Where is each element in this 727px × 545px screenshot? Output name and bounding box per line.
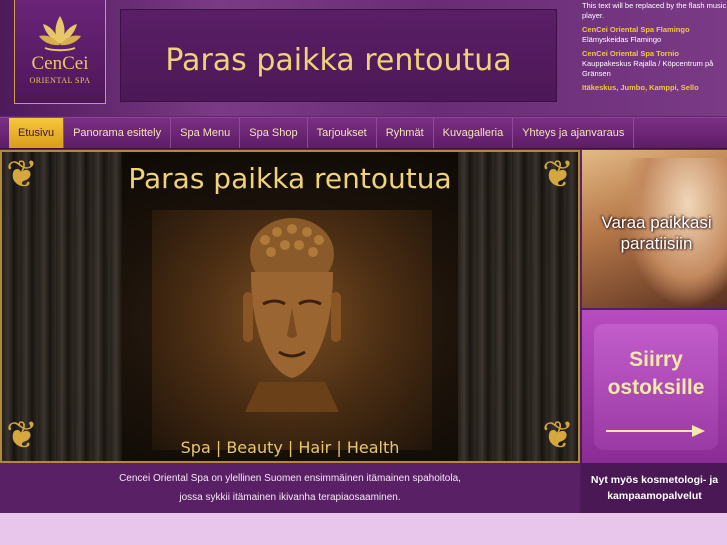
location-tornio-name[interactable]: CenCei Oriental Spa Tornio — [582, 49, 679, 58]
shop-promo-text[interactable]: Siirry ostoksille — [594, 346, 718, 402]
location-flamingo[interactable]: CenCei Oriental Spa Flamingo Elämyskeida… — [582, 25, 727, 45]
hero-image: ❦ ❦ ❦ ❦ Paras paikka rentoutua Spa | Bea… — [0, 150, 580, 463]
shop-promo[interactable]: Siirry ostoksille — [582, 310, 727, 463]
logo-subtitle: ORIENTAL SPA — [29, 76, 91, 85]
nav-item-yhteys[interactable]: Yhteys ja ajanvaraus — [513, 118, 635, 148]
shop-promo-box[interactable]: Siirry ostoksille — [594, 324, 718, 450]
banner: Paras paikka rentoutua — [120, 9, 557, 102]
intro-line-2: jossa sykkii itämainen ikivanha terapiao… — [179, 492, 401, 503]
nav-item-kuvagalleria[interactable]: Kuvagalleria — [434, 118, 514, 148]
location-tornio-detail: Kauppakeskus Rajalla / Köpcentrum på Grä… — [582, 59, 714, 78]
intro-line-1: Cencei Oriental Spa on ylellinen Suomen … — [119, 473, 461, 484]
services-promo[interactable]: Nyt myös kosmetologi- ja kampaamopalvelu… — [582, 463, 727, 513]
nav-item-etusivu[interactable]: Etusivu — [9, 118, 65, 148]
nav-item-panorama[interactable]: Panorama esittely — [64, 118, 172, 148]
hero-tagline: Spa | Beauty | Hair | Health — [180, 438, 400, 457]
main-nav: Etusivu Panorama esittely Spa Menu Spa S… — [0, 117, 727, 149]
hero-title: Paras paikka rentoutua — [128, 162, 452, 195]
nav-item-spa-shop[interactable]: Spa Shop — [240, 118, 308, 148]
logo-name: CenCei — [31, 53, 89, 74]
nav-item-spa-menu[interactable]: Spa Menu — [171, 118, 241, 148]
banner-title: Paras paikka rentoutua — [165, 43, 512, 78]
nav-item-ryhmat[interactable]: Ryhmät — [377, 118, 434, 148]
booking-promo-text[interactable]: Varaa paikkasi paratiisiin — [586, 212, 727, 254]
lotus-icon — [39, 16, 81, 52]
flash-player-area: This text will be replaced by the flash … — [582, 0, 727, 116]
booking-promo[interactable]: Varaa paikkasi paratiisiin — [582, 150, 727, 308]
page: CenCei ORIENTAL SPA Paras paikka rentout… — [0, 0, 727, 513]
upcoming-locations: Itäkeskus, Jumbo, Kamppi, Sello — [582, 83, 699, 92]
location-tornio[interactable]: CenCei Oriental Spa Tornio Kauppakeskus … — [582, 49, 727, 79]
nav-item-tarjoukset[interactable]: Tarjoukset — [308, 118, 377, 148]
arrow-right-icon — [606, 425, 705, 437]
services-promo-text[interactable]: Nyt myös kosmetologi- ja kampaamopalvelu… — [582, 472, 727, 504]
location-flamingo-name[interactable]: CenCei Oriental Spa Flamingo — [582, 25, 690, 34]
buddha-image — [243, 218, 341, 412]
flash-notice: This text will be replaced by the flash … — [582, 1, 727, 20]
intro-caption: Cencei Oriental Spa on ylellinen Suomen … — [0, 463, 580, 513]
header: CenCei ORIENTAL SPA Paras paikka rentout… — [0, 0, 727, 116]
location-flamingo-detail: Elämyskeidas Flamingo — [582, 35, 662, 44]
logo[interactable]: CenCei ORIENTAL SPA — [14, 0, 106, 104]
